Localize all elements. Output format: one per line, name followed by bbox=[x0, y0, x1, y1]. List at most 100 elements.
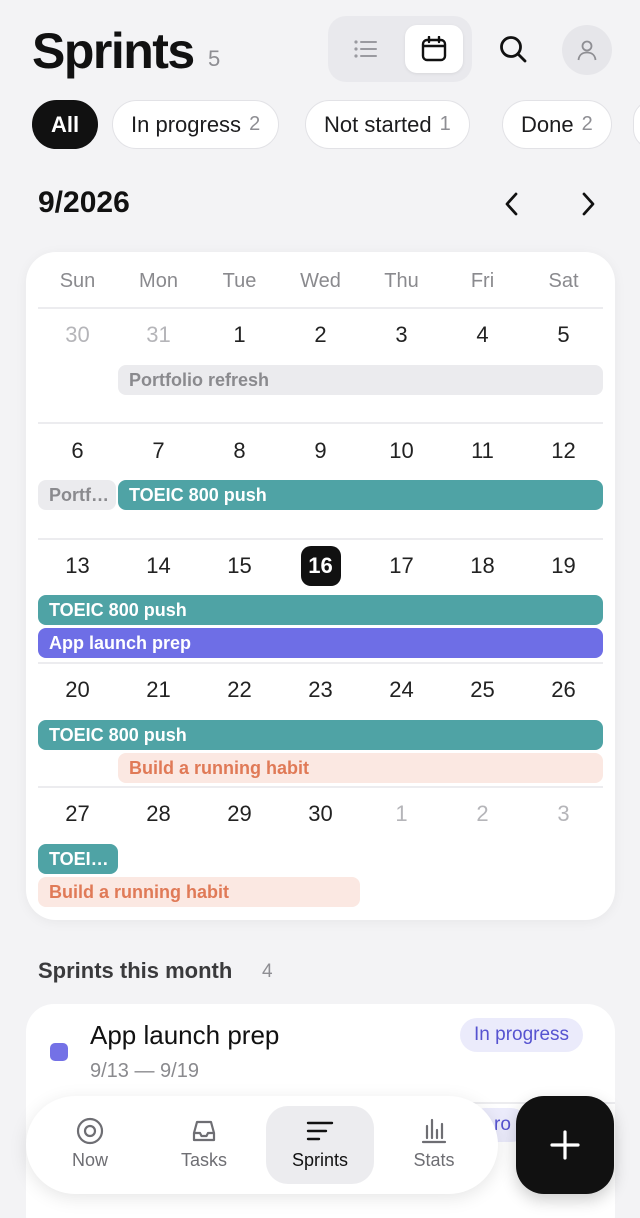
tab-now[interactable]: Now bbox=[36, 1106, 144, 1184]
sprint-name: App launch prep bbox=[90, 1020, 280, 1050]
calendar-day[interactable]: 27 bbox=[37, 801, 118, 827]
calendar-day[interactable]: 19 bbox=[523, 553, 604, 579]
calendar-day[interactable]: 18 bbox=[442, 553, 523, 579]
event-bar-toeic[interactable]: TOEIC 800 push bbox=[118, 480, 603, 510]
filter-chip-all[interactable]: All bbox=[32, 100, 99, 149]
calendar-day[interactable]: 28 bbox=[118, 801, 199, 827]
list-icon bbox=[354, 40, 377, 58]
calendar-day[interactable]: 9 bbox=[280, 438, 361, 464]
filter-chip-overflow[interactable] bbox=[633, 100, 640, 149]
section-count: 4 bbox=[262, 961, 273, 982]
calendar-day[interactable]: 17 bbox=[361, 553, 442, 579]
calendar-day[interactable]: 22 bbox=[199, 677, 280, 703]
tab-label: Tasks bbox=[180, 1150, 227, 1170]
calendar-day[interactable]: 3 bbox=[361, 322, 442, 348]
next-month-button[interactable] bbox=[570, 184, 606, 224]
user-icon bbox=[577, 40, 597, 61]
calendar-day[interactable]: 21 bbox=[118, 677, 199, 703]
calendar-day[interactable]: 7 bbox=[118, 438, 199, 464]
event-bar-app-launch[interactable]: App launch prep bbox=[38, 628, 603, 658]
calendar-day[interactable]: 1 bbox=[199, 322, 280, 348]
weekday-label: Tue bbox=[222, 270, 257, 292]
event-bar-toeic[interactable]: TOEI… bbox=[38, 844, 118, 874]
search-button[interactable] bbox=[490, 26, 536, 72]
calendar-day[interactable]: 6 bbox=[37, 438, 118, 464]
weekday-label: Sat bbox=[548, 270, 579, 292]
filter-chip-done[interactable]: Done 2 bbox=[502, 100, 612, 149]
tab-label: Sprints bbox=[291, 1150, 349, 1170]
week-divider bbox=[38, 662, 603, 664]
calendar-day[interactable]: 2 bbox=[442, 801, 523, 827]
event-bar-portfolio-refresh[interactable]: Portf… bbox=[38, 480, 116, 510]
calendar-day[interactable]: 25 bbox=[442, 677, 523, 703]
calendar-day[interactable]: 30 bbox=[37, 322, 118, 348]
filter-chip-count: 2 bbox=[581, 113, 593, 135]
tab-tasks[interactable]: Tasks bbox=[150, 1106, 258, 1184]
previous-month-button[interactable] bbox=[494, 184, 530, 224]
filter-chips: All In progress 2 Not started 1 Done 2 bbox=[0, 100, 640, 150]
calendar-day-today[interactable]: 16 bbox=[280, 546, 361, 586]
tab-label: Stats bbox=[413, 1150, 455, 1170]
calendar-day[interactable]: 15 bbox=[199, 553, 280, 579]
weekday-label: Wed bbox=[300, 270, 341, 292]
calendar-day[interactable]: 11 bbox=[442, 438, 523, 464]
weekday-label: Sun bbox=[59, 270, 96, 292]
calendar-day[interactable]: 26 bbox=[523, 677, 604, 703]
event-bar-running-habit[interactable]: Build a running habit bbox=[118, 753, 603, 783]
inbox-icon bbox=[192, 1120, 216, 1142]
search-icon bbox=[500, 36, 527, 63]
week-divider bbox=[38, 538, 603, 540]
event-bar-portfolio-refresh[interactable]: Portfolio refresh bbox=[118, 365, 603, 395]
event-bar-toeic[interactable]: TOEIC 800 push bbox=[38, 720, 603, 750]
sprint-color-dot bbox=[50, 1043, 68, 1061]
filter-chip-count: 2 bbox=[249, 113, 261, 135]
add-sprint-button[interactable] bbox=[516, 1096, 614, 1194]
profile-avatar-button[interactable] bbox=[562, 25, 612, 75]
event-bar-running-habit[interactable]: Build a running habit bbox=[38, 877, 360, 907]
calendar-day[interactable]: 31 bbox=[118, 322, 199, 348]
filter-chip-not-started[interactable]: Not started 1 bbox=[305, 100, 470, 149]
filter-chip-label: Done bbox=[521, 111, 574, 137]
calendar-day[interactable]: 14 bbox=[118, 553, 199, 579]
target-icon bbox=[76, 1117, 104, 1145]
filter-chip-label: In progress bbox=[131, 111, 242, 137]
calendar-view-button[interactable] bbox=[405, 25, 463, 73]
month-label: 9/2026 bbox=[38, 186, 130, 219]
page-title: Sprints bbox=[32, 23, 195, 79]
calendar-day[interactable]: 2 bbox=[280, 322, 361, 348]
filter-chip-label: All bbox=[51, 111, 80, 137]
list-view-button[interactable] bbox=[337, 25, 395, 73]
filter-chip-count: 1 bbox=[439, 113, 451, 135]
tab-stats[interactable]: Stats bbox=[380, 1106, 488, 1184]
view-toggle bbox=[328, 16, 472, 82]
bottom-tab-bar: Now Tasks Sprints Stats bbox=[26, 1096, 498, 1194]
sprint-dates: 9/13 — 9/19 bbox=[90, 1060, 199, 1082]
week-divider bbox=[38, 307, 603, 309]
calendar-day[interactable]: 29 bbox=[199, 801, 280, 827]
week-divider bbox=[38, 786, 603, 788]
calendar-day[interactable]: 8 bbox=[199, 438, 280, 464]
calendar-icon bbox=[421, 36, 447, 62]
calendar-day[interactable]: 23 bbox=[280, 677, 361, 703]
chevron-left-icon bbox=[505, 192, 518, 216]
bar-chart-icon bbox=[421, 1118, 447, 1144]
calendar-day[interactable]: 20 bbox=[37, 677, 118, 703]
calendar-card: Sun Mon Tue Wed Thu Fri Sat 30 31 1 2 3 … bbox=[26, 252, 615, 920]
calendar-day[interactable]: 12 bbox=[523, 438, 604, 464]
calendar-day[interactable]: 3 bbox=[523, 801, 604, 827]
calendar-day[interactable]: 30 bbox=[280, 801, 361, 827]
weekday-label: Thu bbox=[384, 270, 419, 292]
calendar-day[interactable]: 4 bbox=[442, 322, 523, 348]
sprint-count: 5 bbox=[208, 46, 221, 71]
today-marker: 16 bbox=[300, 546, 341, 586]
tab-sprints[interactable]: Sprints bbox=[266, 1106, 374, 1184]
tab-label: Now bbox=[71, 1150, 108, 1170]
event-bar-toeic[interactable]: TOEIC 800 push bbox=[38, 595, 603, 625]
filter-chip-in-progress[interactable]: In progress 2 bbox=[112, 100, 280, 149]
calendar-day[interactable]: 1 bbox=[361, 801, 442, 827]
calendar-day[interactable]: 5 bbox=[523, 322, 604, 348]
calendar-day[interactable]: 13 bbox=[37, 553, 118, 579]
status-badge: In progress bbox=[460, 1018, 584, 1052]
calendar-day[interactable]: 24 bbox=[361, 677, 442, 703]
calendar-day[interactable]: 10 bbox=[361, 438, 442, 464]
